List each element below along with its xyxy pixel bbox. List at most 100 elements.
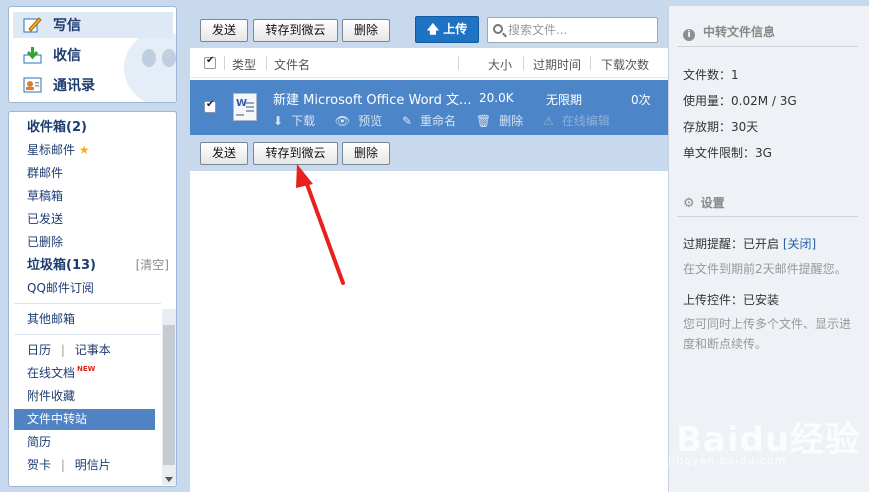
search-icon [493, 24, 503, 34]
compose-label: 写信 [53, 18, 81, 34]
column-downloads[interactable]: 下载次数 [601, 56, 649, 73]
file-name[interactable]: 新建 Microsoft Office Word 文... [273, 89, 471, 108]
compose-panel: 写信 收信 通讯录 [8, 6, 177, 103]
trash-icon: 🗑 [475, 114, 492, 128]
delete-button-bottom[interactable]: 删除 [342, 142, 390, 165]
search-placeholder: 搜索文件... [508, 23, 568, 37]
pencil-icon: ✎ [401, 114, 413, 128]
folder-nav: 收件箱(2) 星标邮件 ★ 群邮件 草稿箱 已发送 已删除 垃圾箱(13) [清空… [8, 111, 177, 487]
divider [266, 56, 267, 70]
divider [224, 56, 225, 70]
file-count: 文件数：1 [683, 68, 739, 82]
info-panel: i 中转文件信息 文件数：1 使用量：0.02M / 3G 存放期：30天 单文件… [668, 6, 869, 492]
cards-link[interactable]: 贺卡 [27, 458, 51, 472]
upload-label: 上传 [443, 22, 468, 36]
gear-icon: ⚙ [683, 196, 695, 211]
upload-control: 上传控件：已安装 [683, 293, 780, 307]
sidebar-item-junk[interactable]: 垃圾箱(13) [清空] [14, 255, 169, 276]
notes-link[interactable]: 记事本 [75, 343, 111, 357]
divider [590, 56, 591, 70]
rename-action[interactable]: ✎ 重命名 [402, 114, 464, 128]
divider [677, 46, 858, 47]
scroll-down-arrow-icon[interactable] [165, 477, 173, 482]
send-button-bottom[interactable]: 发送 [200, 142, 248, 165]
edit-doc-icon: ⚠ [542, 114, 554, 128]
row-checkbox[interactable] [204, 99, 216, 113]
send-button[interactable]: 发送 [200, 19, 248, 42]
table-header: 类型 文件名 大小 过期时间 下载次数 [190, 48, 668, 78]
bottom-toolbar: 发送 转存到微云 删除 [190, 135, 668, 171]
sidebar-item-subscriptions[interactable]: QQ邮件订阅 [14, 278, 155, 299]
junk-clear-link[interactable]: [清空] [136, 255, 169, 276]
expiry-close-link[interactable]: [关闭] [783, 237, 816, 251]
sidebar-item-deleted[interactable]: 已删除 [14, 232, 155, 253]
star-icon: ★ [78, 143, 90, 157]
file-size: 20.0K [479, 91, 514, 105]
contacts-button[interactable]: 通讯录 [13, 72, 173, 98]
sidebar-item-starred[interactable]: 星标邮件 ★ [14, 140, 155, 161]
download-action[interactable]: ⬇ 下载 [273, 114, 323, 128]
info-title: i 中转文件信息 [683, 23, 775, 41]
top-toolbar: 发送 转存到微云 删除 🡅 上传 搜索文件... [190, 6, 668, 48]
eye-icon: 👁 [334, 114, 351, 128]
divider [523, 56, 524, 70]
divider [14, 303, 161, 304]
upload-description-1: 您可同时上传多个文件、显示进 [683, 317, 852, 331]
sidebar-item-resume[interactable]: 简历 [14, 432, 155, 453]
sidebar-item-inbox[interactable]: 收件箱(2) [14, 117, 155, 138]
select-all-checkbox[interactable] [204, 55, 216, 69]
sidebar-item-other-mailboxes[interactable]: 其他邮箱 [14, 309, 155, 330]
column-size[interactable]: 大小 [488, 56, 512, 73]
save-to-weiyun-button[interactable]: 转存到微云 [253, 19, 338, 42]
delete-button[interactable]: 删除 [342, 19, 390, 42]
upload-description-2: 度和断点续传。 [683, 337, 768, 351]
contacts-icon [23, 76, 43, 94]
retention: 存放期：30天 [683, 120, 759, 134]
sidebar-item-online-docs[interactable]: 在线文档 NEW [14, 363, 155, 384]
file-expire: 无限期 [546, 93, 583, 107]
receive-button[interactable]: 收信 [13, 42, 173, 68]
column-filename[interactable]: 文件名 [274, 56, 310, 73]
row-actions: ⬇ 下载 👁 预览 ✎ 重命名 🗑 删除 ⚠ 在线编辑 [273, 112, 626, 129]
receive-label: 收信 [53, 48, 81, 64]
single-file-limit: 单文件限制：3G [683, 146, 772, 160]
info-icon: i [683, 29, 695, 41]
sidebar-item-file-transfer[interactable]: 文件中转站 [14, 409, 155, 430]
sidebar-item-drafts[interactable]: 草稿箱 [14, 186, 155, 207]
sidebar-item-sent[interactable]: 已发送 [14, 209, 155, 230]
postcards-link[interactable]: 明信片 [75, 458, 111, 472]
settings-title: ⚙ 设置 [683, 196, 725, 211]
sidebar-item-cards: 贺卡 | 明信片 [14, 455, 155, 476]
preview-action[interactable]: 👁 预览 [335, 114, 390, 128]
upload-button[interactable]: 🡅 上传 [415, 16, 479, 43]
divider [14, 334, 161, 335]
expiry-reminder: 过期提醒：已开启 [关闭] [683, 237, 817, 251]
divider-glyph: | [60, 343, 65, 357]
pencil-icon [23, 16, 43, 34]
column-expire[interactable]: 过期时间 [533, 56, 581, 73]
usage: 使用量：0.02M / 3G [683, 94, 797, 108]
divider [677, 216, 858, 217]
delete-action[interactable]: 🗑 删除 [476, 114, 531, 128]
sidebar-item-calendar-notes: 日历 | 记事本 [14, 340, 155, 361]
file-transfer-main: 发送 转存到微云 删除 🡅 上传 搜索文件... 类型 文件名 大小 过期时间 … [190, 6, 668, 492]
table-row[interactable]: 新建 Microsoft Office Word 文... 20.0K 无限期 … [190, 80, 668, 135]
divider-glyph: | [60, 458, 65, 472]
divider [458, 56, 459, 70]
expiry-description: 在文件到期前2天邮件提醒您。 [683, 262, 847, 276]
left-sidebar: 写信 收信 通讯录 收件箱(2) 星标邮件 ★ 群邮件 草稿箱 已发送 已删除 … [0, 0, 181, 492]
calendar-link[interactable]: 日历 [27, 343, 51, 357]
scrollbar-thumb[interactable] [163, 325, 175, 465]
inbox-download-icon [23, 46, 43, 64]
online-edit-action[interactable]: ⚠ 在线编辑 [543, 114, 618, 128]
sidebar-item-group-mail[interactable]: 群邮件 [14, 163, 155, 184]
compose-button[interactable]: 写信 [13, 12, 173, 38]
word-file-icon [233, 93, 257, 121]
sidebar-item-attachments[interactable]: 附件收藏 [14, 386, 155, 407]
column-type[interactable]: 类型 [232, 56, 256, 73]
new-badge: NEW [77, 365, 96, 373]
search-input[interactable]: 搜索文件... [487, 17, 658, 43]
sidebar-scrollbar[interactable] [162, 309, 176, 485]
contacts-label: 通讯录 [53, 78, 95, 94]
save-to-weiyun-button-bottom[interactable]: 转存到微云 [253, 142, 338, 165]
